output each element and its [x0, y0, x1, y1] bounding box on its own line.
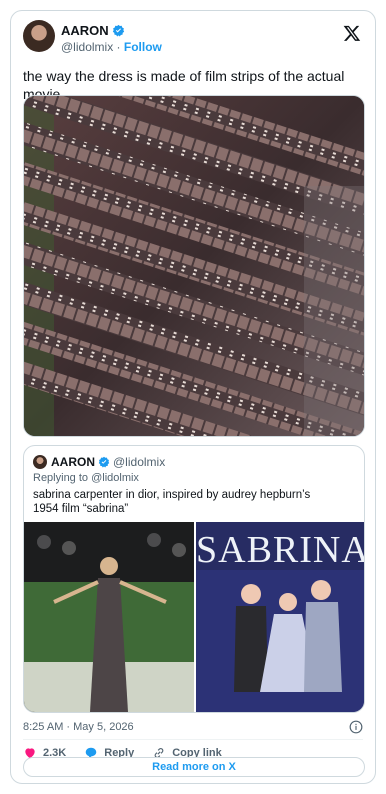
tweet-card: AARON @lidolmix · Follow the way the dre… — [10, 10, 376, 784]
tweet-timestamp[interactable]: 8:25 AM · May 5, 2026 — [23, 721, 134, 733]
poster-illustration — [196, 570, 364, 712]
verified-badge-icon — [98, 456, 110, 468]
tweet-photo-film-strip-dress[interactable] — [23, 95, 365, 437]
x-logo-icon[interactable] — [343, 24, 361, 42]
info-icon[interactable] — [349, 720, 363, 734]
red-carpet-illustration — [24, 522, 194, 712]
film-strip-dress-illustration — [24, 96, 364, 436]
author-name-row: AARON — [61, 23, 125, 38]
verified-badge-icon — [112, 24, 124, 37]
quoted-author-avatar — [33, 455, 47, 469]
author-avatar[interactable] — [23, 20, 55, 52]
separator-dot: · — [116, 40, 121, 54]
read-more-button[interactable]: Read more on X — [23, 757, 365, 777]
quoted-author-name: AARON — [51, 455, 95, 469]
replying-to-label: Replying to @lidolmix — [33, 472, 139, 484]
quoted-tweet-text: sabrina carpenter in dior, inspired by a… — [33, 489, 311, 515]
tweet-header: AARON @lidolmix · Follow — [23, 20, 363, 60]
quoted-photo-sabrina-poster[interactable]: SABRINA — [196, 522, 364, 712]
author-handle[interactable]: @lidolmix — [61, 40, 113, 54]
author-handle-row: @lidolmix · Follow — [61, 40, 162, 54]
author-name[interactable]: AARON — [61, 23, 109, 38]
follow-button[interactable]: Follow — [124, 40, 162, 54]
divider — [23, 739, 363, 740]
quoted-author-row: AARON @lidolmix — [51, 455, 165, 469]
quoted-photo-red-carpet[interactable] — [24, 522, 194, 712]
quoted-author-handle: @lidolmix — [113, 455, 166, 469]
quoted-photos: SABRINA — [24, 522, 364, 712]
quoted-tweet[interactable]: AARON @lidolmix Replying to @lidolmix sa… — [23, 445, 365, 713]
